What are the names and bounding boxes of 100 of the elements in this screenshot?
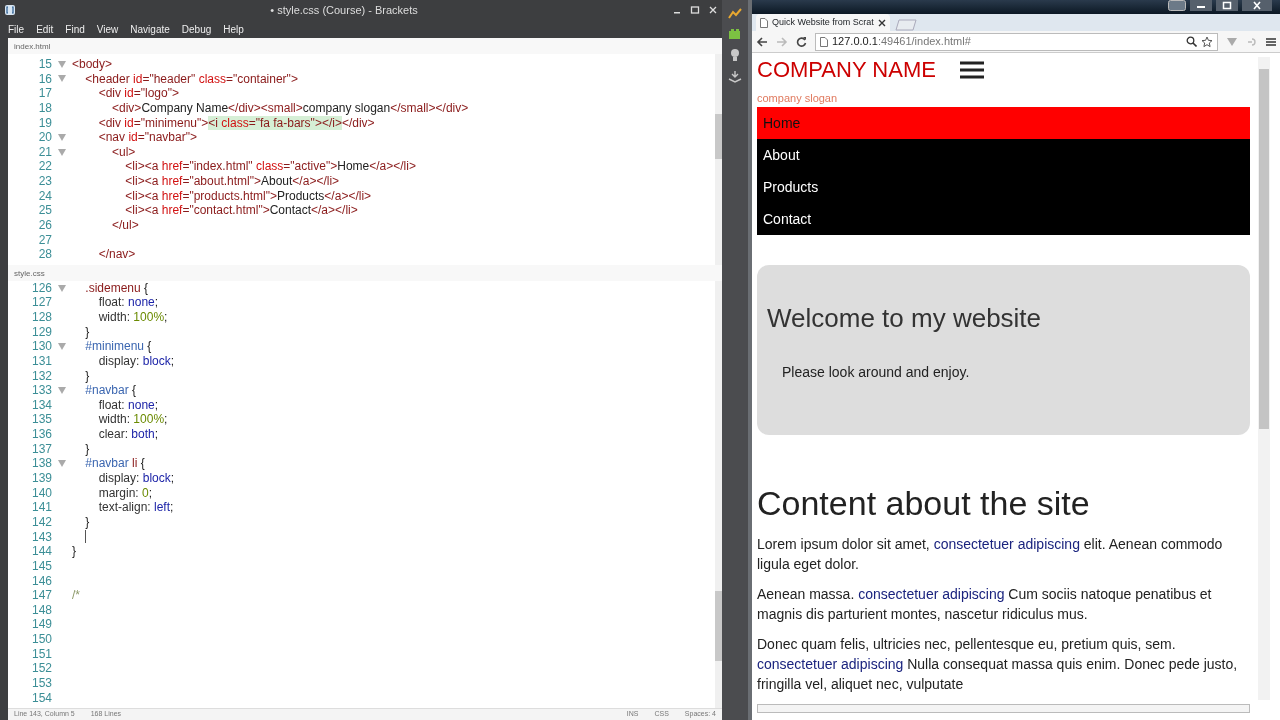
scrollbar-thumb[interactable] (715, 114, 722, 159)
line-number: 27 (37, 232, 52, 248)
file-tab[interactable]: index.html (14, 42, 51, 51)
line-number: 137 (30, 441, 52, 457)
section-heading: Content about the site (757, 483, 1091, 524)
layers-icon[interactable] (728, 70, 742, 84)
code-line: .sidemenu { (84, 280, 149, 296)
code-line: display: block; (97, 353, 175, 369)
text-link[interactable]: consectetuer adipiscing (933, 535, 1080, 552)
line-number: 141 (30, 500, 52, 515)
nav-link[interactable]: Products (757, 171, 1250, 203)
nav-link[interactable]: Home (757, 107, 1250, 139)
menu-item[interactable]: View (96, 21, 119, 37)
user-badge-icon[interactable] (1168, 0, 1186, 11)
code-line: <header id="header" class="container"> (84, 71, 298, 87)
text-link[interactable]: consectetuer adipiscing (858, 585, 1005, 602)
address-bar[interactable]: 127.0.0.1:49461/index.html# (815, 32, 1218, 51)
menu-item[interactable]: Edit (36, 21, 54, 37)
paragraph: Aenean massa. consectetuer adipiscing Cum sociis natoque penatibus et magnis dis parturient montes, nascetur ridiculus mus. (757, 584, 1213, 624)
line-number: 130 (30, 339, 52, 354)
line-number: 22 (37, 159, 52, 175)
code-line: text-align: left; (97, 500, 174, 515)
line-number: 126 (30, 280, 52, 296)
code-line: </ul> (111, 218, 139, 233)
line-number: 20 (37, 130, 52, 145)
scrollbar-thumb[interactable] (715, 590, 722, 661)
reload-icon[interactable] (796, 36, 807, 47)
paragraph: Donec quam felis, ultricies nec, pellentesque eu, pretium quis, sem. consectetuer adipiscing Nulla consequat massa quis enim. Donec pede justo, fringilla vel, aliquet nec, vulputate (757, 634, 1239, 694)
code-line: <li><a href="index.html" class="active">Home</a></li> (124, 159, 416, 175)
maximize-icon[interactable] (690, 5, 700, 15)
page-icon (760, 17, 768, 28)
scrollbar-thumb[interactable] (1259, 69, 1269, 429)
line-number: 138 (30, 456, 52, 472)
line-number: 152 (30, 661, 52, 676)
close-icon[interactable] (877, 18, 886, 27)
browser-tab[interactable]: Quick Website from Scrat (756, 14, 890, 31)
page-icon (820, 36, 828, 47)
horizontal-scrollbar[interactable] (757, 704, 1250, 713)
line-number: 140 (30, 485, 52, 501)
fold-arrow-icon[interactable] (58, 387, 66, 394)
line-number: 151 (30, 646, 52, 662)
code-line: float: none; (97, 397, 159, 413)
line-number: 128 (30, 310, 52, 325)
code-line: <div>Company Name</div><small>company slogan</small></div> (111, 100, 469, 116)
line-number: 17 (37, 86, 52, 101)
lightning-icon[interactable] (728, 8, 742, 20)
company-slogan: company slogan (757, 91, 839, 105)
star-icon[interactable] (1201, 35, 1213, 48)
fold-arrow-icon[interactable] (58, 343, 66, 351)
code-line: <ul> (111, 144, 136, 160)
text-link[interactable]: consectetuer adipiscing (757, 655, 904, 672)
code-line: <li><a href="products.html">Products</a></li> (124, 188, 372, 204)
menu-item[interactable]: Find (65, 21, 85, 37)
code-line: margin: 0; (97, 485, 153, 501)
code-line: </nav> (97, 247, 136, 262)
menu-item[interactable]: File (8, 21, 25, 37)
minimize-icon[interactable] (1190, 0, 1212, 11)
code-line: <nav id="navbar"> (97, 130, 197, 145)
line-number: 127 (30, 295, 52, 310)
fold-arrow-icon[interactable] (58, 60, 66, 68)
line-number: 132 (30, 368, 52, 384)
code-line: #minimenu { (84, 339, 152, 354)
line-number: 154 (30, 690, 52, 706)
menu-item[interactable]: Help (223, 21, 244, 37)
code-line: #navbar { (84, 383, 137, 398)
menu-item[interactable]: Debug (181, 21, 212, 37)
close-icon[interactable] (1242, 0, 1272, 11)
hero-title: Welcome to my website (767, 303, 1043, 335)
puzzle-icon[interactable] (728, 28, 742, 40)
maximize-icon[interactable] (1216, 0, 1238, 11)
nav-link[interactable]: Contact (757, 203, 1250, 235)
line-number: 135 (30, 412, 52, 428)
line-number: 133 (30, 383, 52, 398)
line-number: 153 (30, 676, 52, 691)
fold-arrow-icon[interactable] (58, 148, 66, 156)
app-logo-icon (4, 4, 16, 16)
nav-link[interactable]: About (757, 139, 1250, 171)
line-number: 18 (37, 100, 52, 116)
line-number: 146 (30, 573, 52, 589)
line-number: 148 (30, 602, 52, 618)
line-number: 136 (30, 427, 52, 442)
line-number: 24 (37, 188, 52, 204)
fold-arrow-icon[interactable] (58, 134, 66, 141)
line-number: 28 (37, 247, 52, 262)
company-name: COMPANY NAME (757, 56, 936, 84)
fold-arrow-icon[interactable] (58, 284, 66, 292)
lightbulb-icon[interactable] (729, 48, 741, 62)
code-line: <div id="minimenu"><i class="fa fa-bars"></i></div> (97, 115, 375, 131)
menu-icon[interactable] (959, 60, 984, 80)
file-tab[interactable]: style.css (14, 268, 45, 278)
code-line: } (72, 544, 76, 559)
zoom-icon[interactable] (1186, 36, 1197, 47)
line-number: 144 (30, 544, 52, 559)
fold-arrow-icon[interactable] (58, 460, 66, 468)
back-icon[interactable] (756, 36, 768, 47)
code-line: width: 100%; (97, 310, 168, 325)
fold-arrow-icon[interactable] (58, 75, 66, 83)
menu-item[interactable]: Navigate (130, 21, 170, 37)
code-line: <body> (72, 57, 113, 72)
line-number: 143 (30, 529, 52, 545)
